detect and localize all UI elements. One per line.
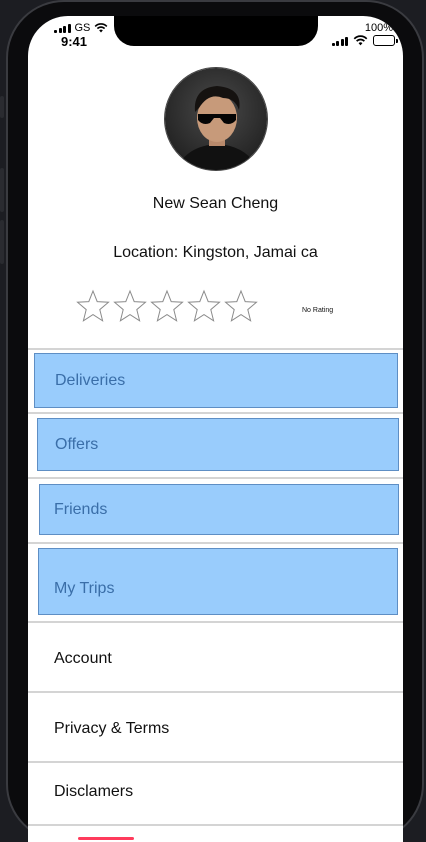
star-icon[interactable] [150, 289, 184, 325]
deliveries-button[interactable]: Deliveries [34, 353, 398, 408]
notch [114, 16, 318, 46]
divider [28, 542, 403, 544]
profile-name: New Sean Cheng [152, 195, 279, 212]
cellular-signal-icon [54, 23, 71, 33]
deliveries-label: Deliveries [55, 371, 126, 389]
status-bar-left: GS [54, 22, 108, 34]
status-icons [331, 35, 398, 46]
status-bar-right: 100% [365, 22, 393, 34]
carrier-name: GS [74, 22, 91, 34]
cellular-signal-icon [331, 36, 348, 46]
profile-avatar[interactable] [164, 67, 268, 171]
divider [28, 412, 403, 414]
offers-label: Offers [55, 435, 99, 453]
status-time: 9:41 [61, 34, 88, 49]
friends-button[interactable]: Friends [39, 484, 399, 535]
battery-icon [373, 35, 398, 46]
mute-switch [0, 96, 4, 118]
my-trips-label: My Trips [54, 580, 115, 597]
offers-button[interactable]: Offers [37, 418, 399, 471]
profile-photo [165, 68, 267, 170]
my-trips-button[interactable]: My Trips [38, 548, 398, 615]
friends-label: Friends [54, 500, 108, 518]
screen: GS 9:41 100% New Sean Cheng Location: Ki… [28, 16, 403, 842]
divider [28, 761, 403, 763]
phone-frame: GS 9:41 100% New Sean Cheng Location: Ki… [0, 0, 426, 842]
wifi-icon [95, 23, 108, 33]
account-label: Account [54, 650, 112, 667]
battery-percentage: 100% [364, 22, 393, 34]
divider [28, 477, 403, 479]
star-icon[interactable] [224, 289, 258, 325]
privacy-terms-item[interactable]: Privacy & Terms [28, 720, 403, 738]
account-item[interactable]: Account [28, 650, 403, 668]
rating-stars [76, 289, 258, 325]
wifi-icon [353, 35, 368, 46]
home-indicator [78, 837, 134, 840]
divider [28, 691, 403, 693]
profile-location: Location: Kingston, Jamai ca [113, 244, 318, 261]
divider [28, 824, 403, 826]
privacy-terms-label: Privacy & Terms [54, 720, 170, 737]
star-icon[interactable] [113, 289, 147, 325]
star-icon[interactable] [76, 289, 110, 325]
volume-up-button [0, 168, 4, 212]
divider [28, 621, 403, 623]
disclaimers-label: Disclamers [54, 783, 134, 800]
star-icon[interactable] [187, 289, 221, 325]
disclaimers-item[interactable]: Disclamers [28, 783, 403, 801]
divider [28, 348, 403, 350]
volume-down-button [0, 220, 4, 264]
rating-label: No Rating [302, 307, 334, 314]
